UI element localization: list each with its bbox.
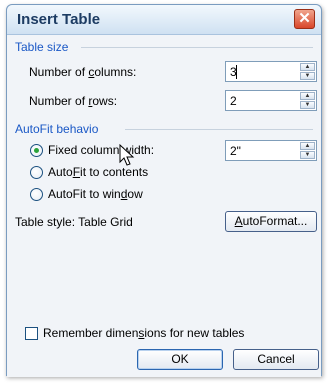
columns-stepper[interactable]: 3 ▲ ▼ (225, 61, 317, 82)
fixed-width-label[interactable]: Fixed column width: (48, 143, 154, 157)
spin-up-icon[interactable]: ▲ (300, 142, 315, 150)
table-size-divider (81, 47, 313, 48)
text-caret (236, 65, 237, 79)
spin-down-icon[interactable]: ▼ (300, 151, 315, 159)
mouse-pointer-icon (119, 144, 135, 166)
ok-button[interactable]: OK (137, 349, 223, 370)
spin-up-icon[interactable]: ▲ (300, 63, 315, 71)
table-style-label: Table style: Table Grid (15, 215, 133, 229)
fixed-width-radio[interactable] (30, 144, 43, 157)
rows-stepper[interactable]: 2 ▲ ▼ (225, 90, 317, 111)
autofit-window-label[interactable]: AutoFit to window (48, 187, 143, 201)
autofit-divider (125, 129, 313, 130)
rows-spin-buttons: ▲ ▼ (300, 92, 315, 109)
close-button[interactable]: ✕ (294, 9, 315, 29)
fixed-width-stepper[interactable]: 2" ▲ ▼ (225, 140, 317, 161)
title-bar[interactable]: Insert Table ✕ (7, 5, 321, 35)
remember-dimensions-label[interactable]: Remember dimensions for new tables (43, 326, 244, 340)
columns-spin-buttons: ▲ ▼ (300, 63, 315, 80)
insert-table-dialog: Insert Table ✕ Table size Number of colu… (6, 4, 322, 377)
autofit-window-radio[interactable] (30, 188, 43, 201)
dialog-title: Insert Table (17, 11, 101, 28)
cancel-button[interactable]: Cancel (233, 349, 319, 370)
rows-label: Number of rows: (29, 94, 118, 108)
spin-down-icon[interactable]: ▼ (300, 101, 315, 109)
autofit-group-label: AutoFit behavio (15, 122, 99, 136)
spin-up-icon[interactable]: ▲ (300, 92, 315, 100)
rows-value: 2 (230, 94, 237, 108)
close-icon: ✕ (298, 10, 311, 27)
fixed-width-value: 2" (230, 144, 241, 158)
remember-dimensions-checkbox[interactable] (25, 327, 38, 340)
autoformat-button[interactable]: AutoFormat... (225, 211, 317, 232)
fixed-width-spin-buttons: ▲ ▼ (300, 142, 315, 159)
table-size-group-label: Table size (15, 40, 69, 54)
autofit-contents-radio[interactable] (30, 166, 43, 179)
spin-down-icon[interactable]: ▼ (300, 72, 315, 80)
dialog-body: Table size Number of columns: 3 ▲ ▼ Numb… (7, 35, 321, 377)
columns-label: Number of columns: (29, 65, 137, 79)
